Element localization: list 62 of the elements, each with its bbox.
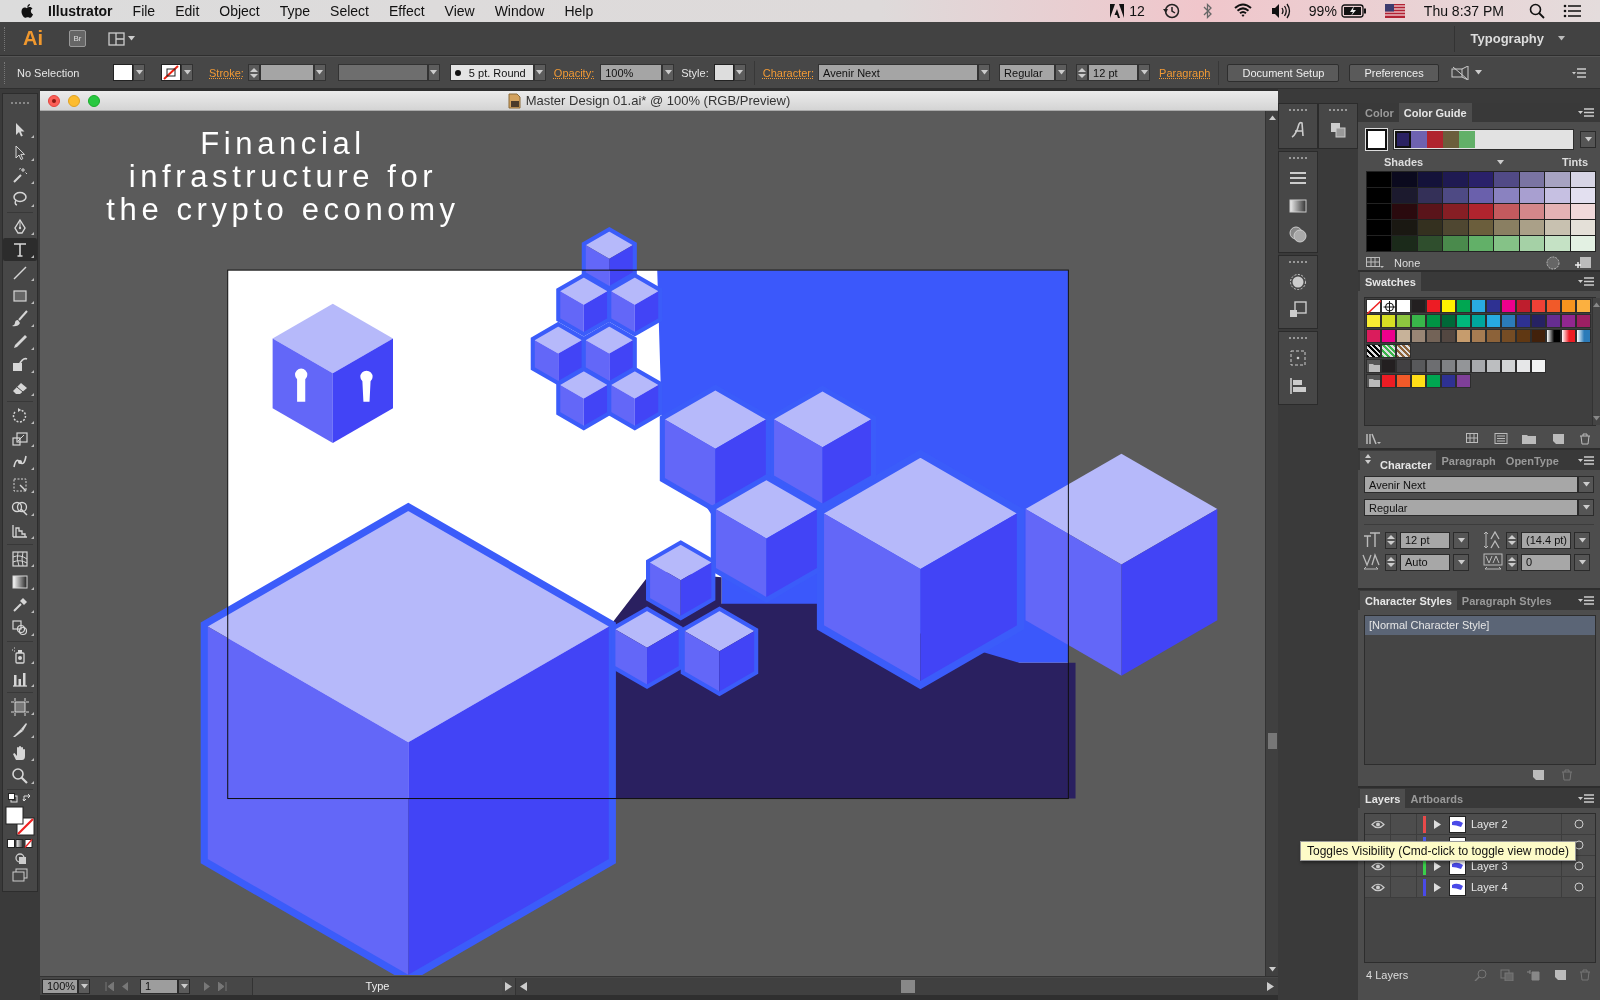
app-logo: Ai: [23, 27, 43, 50]
menu-item[interactable]: Effect: [379, 3, 435, 19]
document-title: Master Design 01.ai* @ 100% (RGB/Preview): [525, 93, 791, 108]
menu-item[interactable]: Object: [209, 3, 270, 19]
paragraph-link[interactable]: Paragraph: [1159, 66, 1211, 79]
panel-tab[interactable]: Character Styles: [1360, 591, 1457, 610]
panel-tab[interactable]: Color: [1360, 103, 1399, 122]
panel-tab[interactable]: Artboards: [1405, 789, 1469, 808]
style-label: Style:: [681, 66, 709, 79]
brush-name: 5 pt. Round: [468, 66, 526, 79]
app-menu[interactable]: Illustrator: [34, 3, 123, 19]
panel-tab[interactable]: Character: [1360, 451, 1437, 470]
style-list-item[interactable]: [Normal Character Style]: [1365, 616, 1595, 635]
tints-label: Tints: [1561, 156, 1588, 168]
tooltip: Toggles Visibility (Cmd-click to toggle view mode): [1300, 841, 1576, 861]
toolbar-button[interactable]: Preferences: [1349, 63, 1439, 82]
layer-row[interactable]: Layer 4: [1365, 877, 1595, 898]
font-size-field[interactable]: 12 pt: [1088, 64, 1139, 81]
menu-item[interactable]: Help: [554, 3, 604, 19]
panel-tab[interactable]: Color Guide: [1398, 103, 1472, 122]
menu-clock[interactable]: Thu 8:37 PM: [1423, 3, 1504, 19]
artboard-number-field[interactable]: 1: [140, 978, 178, 994]
toolbar-button[interactable]: Document Setup: [1227, 63, 1340, 82]
bridge-button[interactable]: Br: [69, 30, 86, 47]
layer-name[interactable]: Layer 3: [1471, 860, 1561, 872]
font-family-field[interactable]: Avenir Next: [818, 64, 979, 81]
font-style-field[interactable]: Regular: [1364, 499, 1578, 516]
stroke-link[interactable]: Stroke:: [209, 66, 244, 79]
layer-name[interactable]: Layer 2: [1471, 818, 1561, 830]
layer-row[interactable]: Layer 2: [1365, 814, 1595, 835]
menu-item[interactable]: View: [434, 3, 485, 19]
layer-count: 4 Layers: [1366, 969, 1410, 981]
tracking-field[interactable]: 0: [1521, 553, 1571, 571]
font-style-field[interactable]: Regular: [999, 64, 1056, 81]
menu-item[interactable]: Window: [484, 3, 555, 19]
panel-tab[interactable]: Paragraph Styles: [1456, 591, 1557, 610]
opacity-field[interactable]: 100%: [600, 64, 663, 81]
panel-tab[interactable]: Layers: [1360, 789, 1406, 808]
leading-field[interactable]: (14.4 pt): [1521, 531, 1571, 549]
character-link[interactable]: Character:: [762, 66, 815, 79]
kerning-field[interactable]: Auto: [1400, 553, 1450, 571]
menu-item[interactable]: Edit: [165, 3, 210, 19]
opacity-link[interactable]: Opacity:: [553, 66, 595, 79]
workspace-switcher[interactable]: Typography: [1470, 31, 1565, 46]
menu-item[interactable]: File: [122, 3, 166, 19]
headline-text: Financial infrastructure for the crypto economy: [105, 127, 461, 226]
panel-tab[interactable]: Paragraph: [1436, 451, 1501, 470]
layer-name[interactable]: Layer 4: [1471, 881, 1561, 893]
font-size-field[interactable]: 12 pt: [1400, 531, 1450, 549]
menu-item[interactable]: Type: [269, 3, 321, 19]
notification-count[interactable]: 12: [1129, 3, 1145, 19]
color-guide-status: None: [1394, 256, 1422, 269]
panel-tab[interactable]: Swatches: [1360, 272, 1421, 291]
font-family-field[interactable]: Avenir Next: [1364, 476, 1578, 493]
shades-label: Shades: [1384, 156, 1424, 168]
brush-field[interactable]: 5 pt. Round: [449, 64, 534, 81]
panel-tab[interactable]: OpenType: [1500, 451, 1564, 470]
zoom-level-field[interactable]: 100%: [42, 978, 78, 994]
selection-status: No Selection: [17, 66, 81, 79]
menu-item[interactable]: Select: [320, 3, 379, 19]
workspace-name: Typography: [1470, 31, 1544, 46]
battery-percentage[interactable]: 99%: [1308, 3, 1337, 19]
